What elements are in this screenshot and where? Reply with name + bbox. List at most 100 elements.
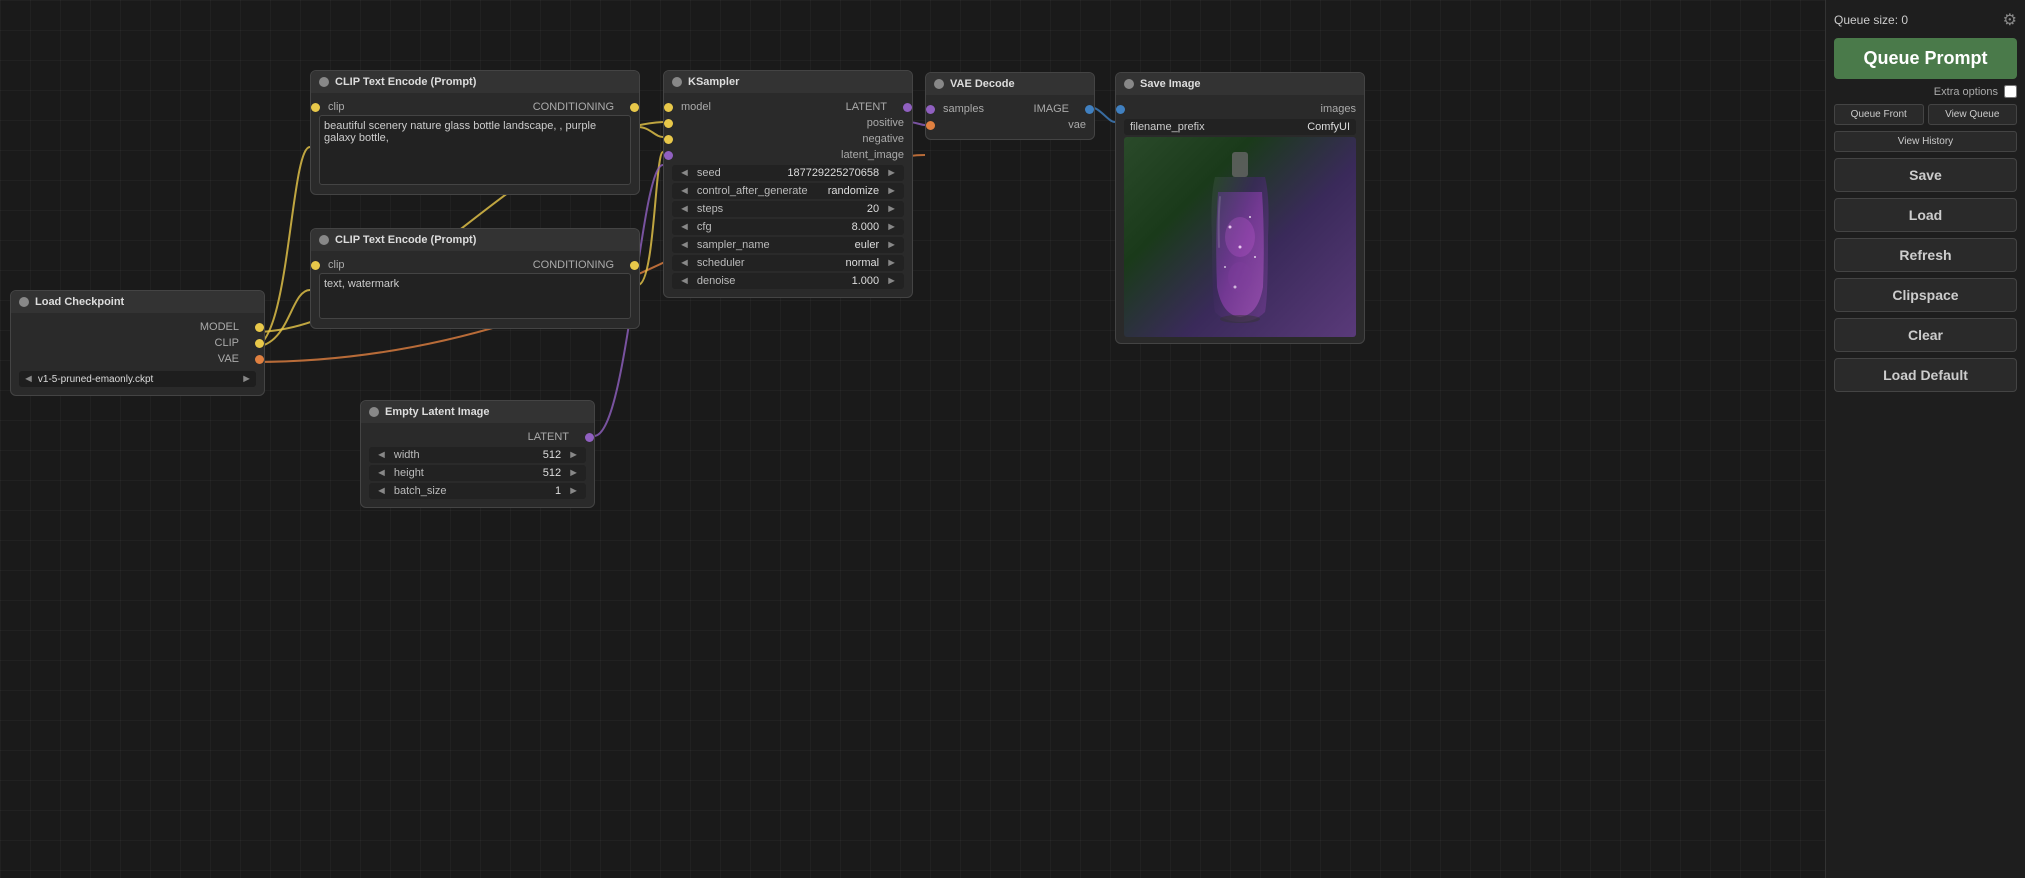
height-param-row[interactable]: ◄ height 512 ► (369, 465, 586, 481)
ks-negative-dot (664, 135, 673, 144)
load-button[interactable]: Load (1834, 198, 2017, 232)
scheduler-row[interactable]: ◄ scheduler normal ► (672, 255, 904, 271)
vae-output-label: VAE (218, 353, 239, 365)
clip-output-label: CLIP (215, 337, 239, 349)
clip-output-row: CLIP (19, 335, 256, 351)
refresh-button[interactable]: Refresh (1834, 238, 2017, 272)
clip-encode-positive-body: clip CONDITIONING beautiful scenery natu… (311, 93, 639, 194)
clipspace-button[interactable]: Clipspace (1834, 278, 2017, 312)
queue-front-button[interactable]: Queue Front (1834, 104, 1924, 125)
extra-options-row: Extra options (1834, 85, 2017, 98)
cfg-prev[interactable]: ◄ (676, 221, 693, 233)
vae-vae-label: vae (1068, 119, 1086, 131)
clear-button[interactable]: Clear (1834, 318, 2017, 352)
cfg-label: cfg (693, 221, 848, 233)
right-panel: Queue size: 0 ⚙ Queue Prompt Extra optio… (1825, 0, 2025, 878)
clip-encode-negative-header: CLIP Text Encode (Prompt) (311, 229, 639, 251)
pos-clip-input-row: clip CONDITIONING (319, 99, 631, 115)
neg-conditioning-label: CONDITIONING (533, 259, 614, 271)
control-prev[interactable]: ◄ (676, 185, 693, 197)
cfg-next[interactable]: ► (883, 221, 900, 233)
queue-view-row: Queue Front View Queue (1834, 104, 2017, 125)
view-queue-button[interactable]: View Queue (1928, 104, 2018, 125)
node-dot-vae (934, 79, 944, 89)
control-value: randomize (824, 185, 883, 197)
clip-encode-positive-title: CLIP Text Encode (Prompt) (335, 76, 476, 88)
ks-positive-label: positive (867, 117, 904, 129)
node-dot-latent (369, 407, 379, 417)
batch-next-arrow[interactable]: ► (565, 485, 582, 497)
load-checkpoint-node: Load Checkpoint MODEL CLIP VAE (10, 290, 265, 396)
ksampler-body: model LATENT positive negative latent_im… (664, 93, 912, 297)
width-param-row[interactable]: ◄ width 512 ► (369, 447, 586, 463)
cfg-value: 8.000 (848, 221, 884, 233)
clip-encode-negative-title: CLIP Text Encode (Prompt) (335, 234, 476, 246)
pos-clip-input-label: clip (328, 101, 345, 113)
bottle-preview-svg (1200, 147, 1280, 327)
view-history-button[interactable]: View History (1834, 131, 2017, 152)
empty-latent-node: Empty Latent Image LATENT ◄ width 512 ► … (360, 400, 595, 508)
steps-next[interactable]: ► (883, 203, 900, 215)
ks-latent-out-label: LATENT (846, 101, 887, 113)
batch-prev-arrow[interactable]: ◄ (373, 485, 390, 497)
vae-samples-dot (926, 105, 935, 114)
settings-icon[interactable]: ⚙ (2003, 10, 2017, 30)
denoise-next[interactable]: ► (883, 275, 900, 287)
ckpt-name-row[interactable]: ◄ v1-5-pruned-emaonly.ckpt ► (19, 371, 256, 387)
height-prev-arrow[interactable]: ◄ (373, 467, 390, 479)
vae-decode-body: samples IMAGE vae (926, 95, 1094, 139)
seed-next[interactable]: ► (883, 167, 900, 179)
vae-decode-node: VAE Decode samples IMAGE vae (925, 72, 1095, 140)
seed-prev[interactable]: ◄ (676, 167, 693, 179)
width-next-arrow[interactable]: ► (565, 449, 582, 461)
vae-image-out-label: IMAGE (1034, 103, 1069, 115)
ks-model-dot (664, 103, 673, 112)
positive-prompt-textarea[interactable]: beautiful scenery nature glass bottle la… (319, 115, 631, 185)
scheduler-next[interactable]: ► (883, 257, 900, 269)
height-param-label: height (390, 467, 539, 479)
clip-output-dot (255, 339, 264, 348)
sampler-next[interactable]: ► (883, 239, 900, 251)
latent-output-label: LATENT (528, 431, 569, 443)
negative-prompt-textarea[interactable]: text, watermark (319, 273, 631, 319)
height-next-arrow[interactable]: ► (565, 467, 582, 479)
load-checkpoint-body: MODEL CLIP VAE ◄ v1-5-pruned-emaonly.ckp… (11, 313, 264, 395)
pos-conditioning-label: CONDITIONING (533, 101, 614, 113)
save-image-header: Save Image (1116, 73, 1364, 95)
steps-value: 20 (863, 203, 883, 215)
ks-model-input-row: model LATENT (672, 99, 904, 115)
image-preview (1124, 137, 1356, 337)
scheduler-prev[interactable]: ◄ (676, 257, 693, 269)
sampler-prev[interactable]: ◄ (676, 239, 693, 251)
vae-image-out-dot (1085, 105, 1094, 114)
ckpt-next-arrow[interactable]: ► (241, 373, 252, 385)
denoise-prev[interactable]: ◄ (676, 275, 693, 287)
vae-vae-row: vae (934, 117, 1086, 133)
filename-prefix-row: filename_prefix ComfyUI (1124, 119, 1356, 135)
extra-options-checkbox[interactable] (2004, 85, 2017, 98)
neg-clip-input-label: clip (328, 259, 345, 271)
width-prev-arrow[interactable]: ◄ (373, 449, 390, 461)
vae-decode-header: VAE Decode (926, 73, 1094, 95)
control-row[interactable]: ◄ control_after_generate randomize ► (672, 183, 904, 199)
node-dot-neg (319, 235, 329, 245)
control-next[interactable]: ► (883, 185, 900, 197)
cfg-row[interactable]: ◄ cfg 8.000 ► (672, 219, 904, 235)
ckpt-name-value: v1-5-pruned-emaonly.ckpt (38, 374, 237, 385)
ckpt-prev-arrow[interactable]: ◄ (23, 373, 34, 385)
save-button[interactable]: Save (1834, 158, 2017, 192)
vae-decode-title: VAE Decode (950, 78, 1015, 90)
sampler-row[interactable]: ◄ sampler_name euler ► (672, 237, 904, 253)
steps-row[interactable]: ◄ steps 20 ► (672, 201, 904, 217)
steps-prev[interactable]: ◄ (676, 203, 693, 215)
filename-prefix-value: ComfyUI (1307, 121, 1350, 133)
sampler-label: sampler_name (693, 239, 851, 251)
width-param-value: 512 (539, 449, 565, 461)
denoise-label: denoise (693, 275, 848, 287)
load-default-button[interactable]: Load Default (1834, 358, 2017, 392)
batch-size-param-row[interactable]: ◄ batch_size 1 ► (369, 483, 586, 499)
seed-row[interactable]: ◄ seed 187729225270658 ► (672, 165, 904, 181)
denoise-row[interactable]: ◄ denoise 1.000 ► (672, 273, 904, 289)
queue-prompt-button[interactable]: Queue Prompt (1834, 38, 2017, 79)
node-dot-pos (319, 77, 329, 87)
